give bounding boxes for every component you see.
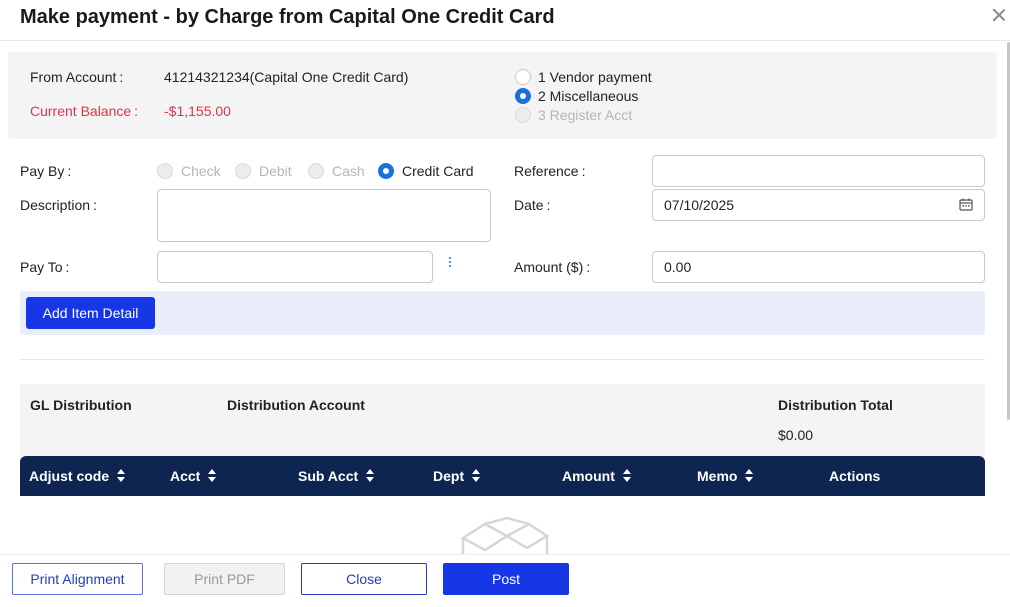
radio-register-acct-label: 3 Register Acct <box>538 107 633 123</box>
radio-debit <box>235 163 251 179</box>
radio-cash-label: Cash <box>332 163 365 179</box>
current-balance-value: -$1,155.00 <box>164 103 231 119</box>
reference-label: Reference: <box>514 163 586 179</box>
gl-distribution-panel <box>20 384 985 456</box>
account-panel <box>8 52 997 139</box>
radio-vendor-payment[interactable] <box>515 69 531 85</box>
from-account-value: 41214321234(Capital One Credit Card) <box>164 69 409 85</box>
column-adjust-code[interactable]: Adjust code <box>29 468 126 484</box>
radio-debit-label: Debit <box>259 163 292 179</box>
date-label: Date: <box>514 197 551 213</box>
radio-miscellaneous-label[interactable]: 2 Miscellaneous <box>538 88 638 104</box>
column-dept[interactable]: Dept <box>433 468 481 484</box>
close-button[interactable]: Close <box>301 563 427 595</box>
sort-icon[interactable] <box>366 469 375 483</box>
column-memo[interactable]: Memo <box>697 468 754 484</box>
description-label: Description: <box>20 197 97 213</box>
print-pdf-button: Print PDF <box>164 563 285 595</box>
column-actions: Actions <box>829 468 881 484</box>
reference-field[interactable] <box>652 155 985 187</box>
gl-distribution-heading: GL Distribution <box>30 397 132 413</box>
description-field[interactable] <box>157 189 491 242</box>
date-value: 07/10/2025 <box>664 197 735 213</box>
dialog-header: Make payment - by Charge from Capital On… <box>0 0 1010 41</box>
from-account-label: From Account: <box>30 69 124 85</box>
radio-vendor-payment-label[interactable]: 1 Vendor payment <box>538 69 652 85</box>
add-item-detail-button[interactable]: Add Item Detail <box>26 297 155 329</box>
item-detail-bar <box>20 291 985 335</box>
close-icon[interactable] <box>990 6 1008 24</box>
date-field[interactable]: 07/10/2025 <box>652 189 985 221</box>
distribution-total-heading: Distribution Total <box>778 397 893 413</box>
radio-credit-card-label[interactable]: Credit Card <box>402 163 474 179</box>
distribution-account-heading: Distribution Account <box>227 397 365 413</box>
distribution-table-header: Adjust code Acct Sub Acct Dept Amount Me… <box>20 456 985 496</box>
distribution-total-value: $0.00 <box>778 427 814 443</box>
amount-field[interactable]: 0.00 <box>652 251 985 283</box>
column-amount[interactable]: Amount <box>562 468 632 484</box>
sort-icon[interactable] <box>472 469 481 483</box>
column-sub-acct[interactable]: Sub Acct <box>298 468 375 484</box>
calendar-icon[interactable] <box>959 198 973 211</box>
current-balance-label: Current Balance: <box>30 103 139 119</box>
radio-miscellaneous[interactable] <box>515 88 531 104</box>
print-alignment-button[interactable]: Print Alignment <box>12 563 143 595</box>
sort-icon[interactable] <box>117 469 126 483</box>
radio-check-label: Check <box>181 163 221 179</box>
post-button[interactable]: Post <box>443 563 569 595</box>
payment-dialog: Make payment - by Charge from Capital On… <box>0 0 1010 607</box>
radio-credit-card[interactable] <box>378 163 394 179</box>
radio-cash <box>308 163 324 179</box>
radio-check <box>157 163 173 179</box>
sort-icon[interactable] <box>745 469 754 483</box>
radio-register-acct <box>515 107 531 123</box>
column-acct[interactable]: Acct <box>170 468 217 484</box>
pay-to-label: Pay To: <box>20 259 70 275</box>
sort-icon[interactable] <box>622 469 632 483</box>
amount-label: Amount ($): <box>514 259 591 275</box>
pay-to-field[interactable] <box>157 251 433 283</box>
sort-icon[interactable] <box>208 469 217 483</box>
section-divider <box>20 359 985 360</box>
more-options-icon[interactable] <box>449 257 453 269</box>
empty-box-icon <box>460 516 550 556</box>
dialog-title: Make payment - by Charge from Capital On… <box>20 6 555 28</box>
pay-by-label: Pay By: <box>20 163 72 179</box>
